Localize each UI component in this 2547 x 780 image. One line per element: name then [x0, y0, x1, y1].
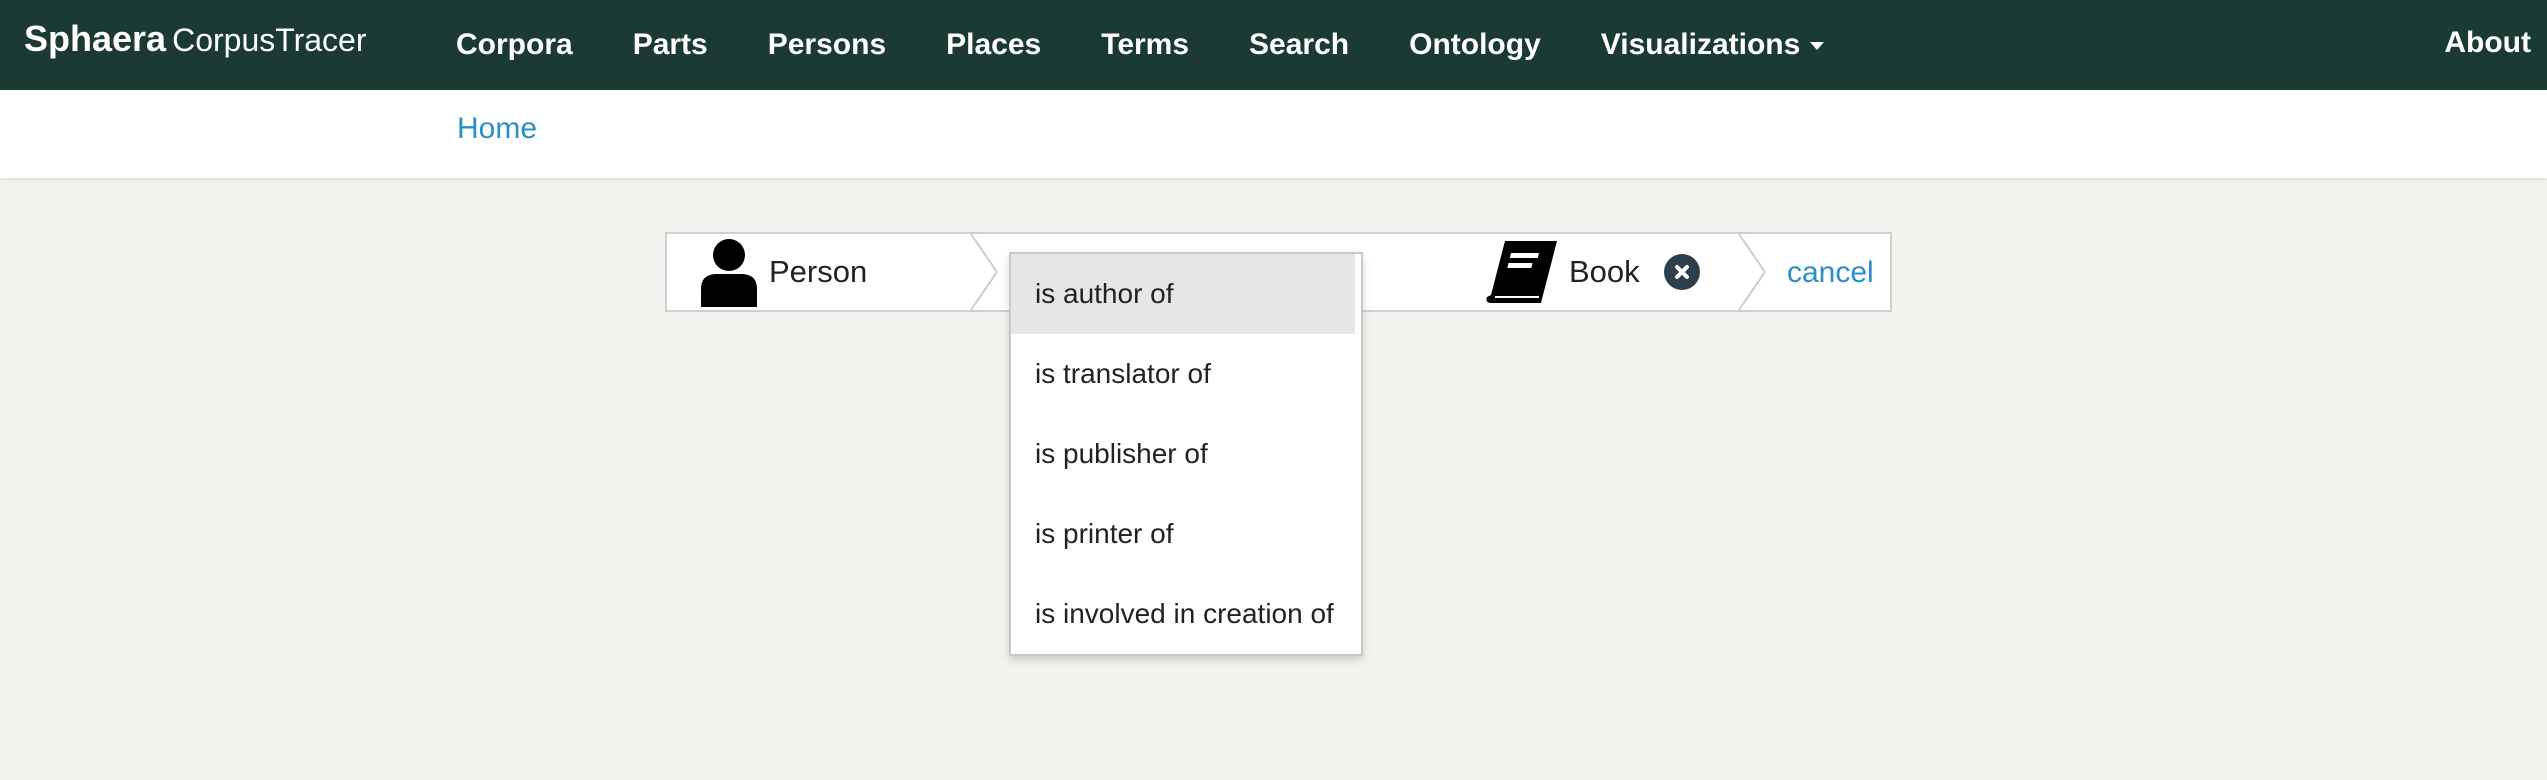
- nav-visualizations-dropdown[interactable]: Visualizations: [1571, 28, 1855, 62]
- nav-corpora[interactable]: Corpora: [426, 28, 603, 62]
- nav-visualizations-label: Visualizations: [1600, 28, 1801, 61]
- arrow-separator: [1738, 234, 1767, 310]
- top-navbar: Sphaera CorpusTracer Corpora Parts Person…: [0, 0, 2547, 90]
- brand-subtitle: CorpusTracer: [172, 22, 367, 58]
- person-icon: [701, 239, 757, 307]
- relation-dropdown-menu: is author of is translator of is publish…: [1009, 252, 1363, 656]
- brand-logo[interactable]: Sphaera CorpusTracer: [24, 18, 367, 60]
- nav-places[interactable]: Places: [916, 28, 1071, 62]
- nav-ontology[interactable]: Ontology: [1379, 28, 1571, 62]
- book-icon: [1486, 241, 1557, 303]
- cancel-link[interactable]: cancel: [1787, 256, 1874, 290]
- object-segment[interactable]: Book: [1485, 234, 1700, 310]
- nav-parts[interactable]: Parts: [603, 28, 738, 62]
- option-is-printer-of[interactable]: is printer of: [1011, 494, 1355, 574]
- option-is-author-of[interactable]: is author of: [1011, 254, 1355, 334]
- subject-segment[interactable]: Person: [697, 234, 867, 310]
- nav-about[interactable]: About: [2444, 26, 2531, 60]
- subject-label: Person: [769, 254, 868, 289]
- caret-down-icon: [1810, 42, 1825, 51]
- nav-terms[interactable]: Terms: [1071, 28, 1219, 62]
- option-is-publisher-of[interactable]: is publisher of: [1011, 414, 1355, 494]
- breadcrumb-bar: Home: [0, 90, 2547, 178]
- nav-search[interactable]: Search: [1219, 28, 1379, 62]
- nav-persons[interactable]: Persons: [738, 28, 916, 62]
- remove-object-icon[interactable]: [1663, 254, 1700, 290]
- arrow-separator: [970, 234, 999, 310]
- object-label: Book: [1569, 254, 1640, 289]
- brand-name: Sphaera: [24, 18, 167, 59]
- option-is-involved-in-creation-of[interactable]: is involved in creation of: [1011, 574, 1355, 654]
- nav-menu: Corpora Parts Persons Places Terms Searc…: [426, 0, 1854, 90]
- option-is-translator-of[interactable]: is translator of: [1011, 334, 1355, 414]
- breadcrumb-home-link[interactable]: Home: [457, 112, 537, 146]
